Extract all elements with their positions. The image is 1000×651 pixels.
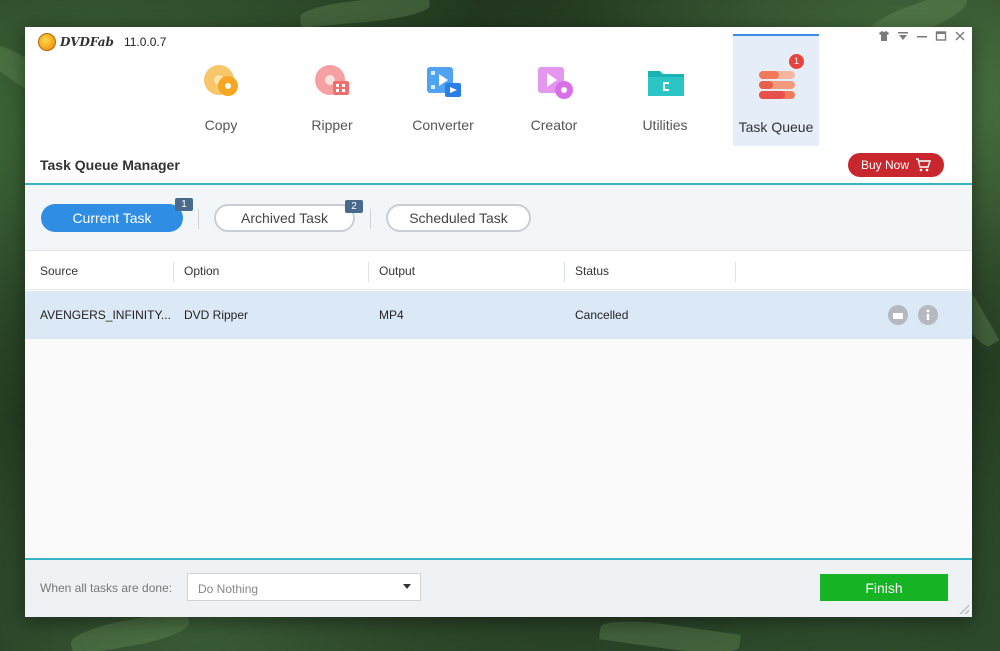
tab-scheduled-task[interactable]: Scheduled Task bbox=[386, 204, 531, 232]
column-header-source: Source bbox=[40, 264, 79, 278]
tool-ripper[interactable]: Ripper bbox=[289, 34, 375, 146]
tool-label: Ripper bbox=[311, 117, 353, 133]
footer-bar: When all tasks are done: Do Nothing Fini… bbox=[25, 560, 972, 617]
after-tasks-label: When all tasks are done: bbox=[40, 581, 173, 595]
tool-label: Task Queue bbox=[738, 119, 814, 135]
tab-label: Current Task bbox=[72, 210, 152, 226]
tab-label: Archived Task bbox=[241, 210, 328, 226]
after-tasks-select[interactable]: Do Nothing bbox=[187, 573, 421, 601]
column-separator bbox=[735, 262, 736, 282]
column-separator bbox=[368, 262, 369, 282]
column-header-option: Option bbox=[184, 264, 220, 278]
select-value: Do Nothing bbox=[198, 582, 259, 596]
column-header-status: Status bbox=[575, 264, 610, 278]
tab-count-badge: 1 bbox=[175, 198, 193, 211]
tab-archived-task[interactable]: Archived Task 2 bbox=[214, 200, 363, 232]
task-tabs: Current Task 1 Archived Task 2 Scheduled… bbox=[25, 185, 972, 251]
chevron-down-icon bbox=[403, 584, 411, 589]
cell-status: Cancelled bbox=[575, 308, 629, 322]
open-folder-icon[interactable] bbox=[888, 305, 908, 325]
buy-now-label: Buy Now bbox=[860, 158, 910, 172]
tab-count-badge: 2 bbox=[345, 200, 363, 213]
resize-grip-icon[interactable] bbox=[959, 604, 969, 614]
table-row[interactable]: AVENGERS_INFINITY... DVD Ripper MP4 Canc… bbox=[25, 291, 972, 339]
buy-now-button[interactable]: Buy Now bbox=[848, 153, 944, 177]
cell-option: DVD Ripper bbox=[184, 308, 249, 322]
tab-separator bbox=[198, 209, 199, 229]
tool-creator[interactable]: Creator bbox=[511, 34, 597, 146]
creator-film-icon bbox=[538, 67, 573, 99]
cell-source: AVENGERS_INFINITY... bbox=[40, 308, 171, 322]
app-window: DVDFab 11.0.0.7 Copy Ripper Converter Cr… bbox=[25, 27, 972, 617]
background-leaf bbox=[299, 0, 431, 28]
task-queue-icon bbox=[759, 71, 795, 99]
info-icon[interactable] bbox=[918, 305, 938, 325]
cart-icon bbox=[916, 158, 931, 172]
background-leaf bbox=[599, 615, 741, 651]
task-queue-badge: 1 bbox=[789, 54, 804, 69]
module-toolbar: Copy Ripper Converter Creator Utilities … bbox=[25, 34, 972, 146]
page-title: Task Queue Manager bbox=[40, 157, 180, 173]
tab-separator bbox=[370, 209, 371, 229]
tool-copy[interactable]: Copy bbox=[178, 34, 264, 146]
task-table-header: Source Option Output Status bbox=[25, 252, 972, 290]
tool-task-queue[interactable]: 1 Task Queue bbox=[733, 34, 819, 146]
tool-label: Utilities bbox=[642, 117, 688, 133]
column-separator bbox=[173, 262, 174, 282]
column-separator bbox=[564, 262, 565, 282]
utilities-folder-icon bbox=[648, 71, 684, 96]
converter-film-icon bbox=[427, 67, 461, 97]
task-list-empty-area bbox=[25, 339, 972, 558]
tool-utilities[interactable]: Utilities bbox=[622, 34, 708, 146]
copy-disc-icon bbox=[204, 65, 238, 96]
tool-label: Creator bbox=[530, 117, 578, 133]
cell-output: MP4 bbox=[379, 308, 404, 322]
ripper-disc-icon bbox=[315, 65, 349, 95]
tool-converter[interactable]: Converter bbox=[400, 34, 486, 146]
tool-label: Converter bbox=[412, 117, 474, 133]
column-header-output: Output bbox=[379, 264, 416, 278]
tool-label: Copy bbox=[204, 117, 238, 133]
tab-current-task[interactable]: Current Task 1 bbox=[41, 198, 193, 232]
finish-button[interactable]: Finish bbox=[820, 574, 948, 601]
tab-label: Scheduled Task bbox=[409, 210, 508, 226]
